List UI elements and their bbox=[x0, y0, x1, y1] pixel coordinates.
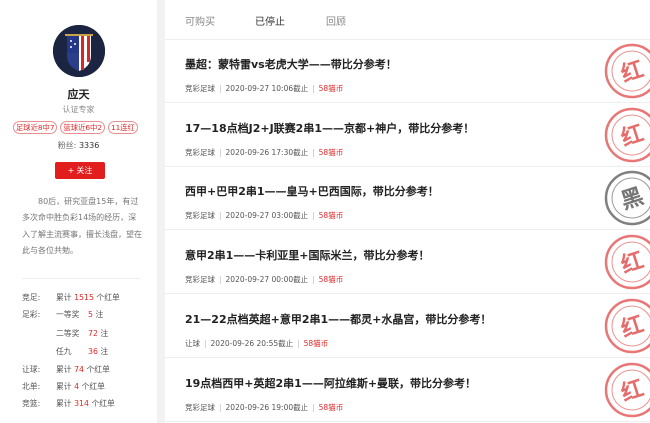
stamp-text: 黑 bbox=[618, 184, 647, 215]
plan-meta: 竞彩足球 | 2020-09-27 03:00截止 | 58猫币 bbox=[185, 210, 343, 221]
plan-price: 58猫币 bbox=[318, 403, 344, 412]
plan-meta: 让球 | 2020-09-26 20:55截止 | 58猫币 bbox=[185, 338, 328, 349]
record-tags: 足球近8中7 篮球近6中2 11连红 bbox=[13, 121, 138, 134]
follow-label: 关注 bbox=[76, 166, 93, 175]
status-tabs: 可购买 已停止 回顾 bbox=[165, 0, 650, 40]
plan-deadline: 2020-09-27 10:06截止 bbox=[225, 84, 309, 93]
plan-price: 58猫币 bbox=[318, 275, 344, 284]
separator: | bbox=[297, 339, 300, 348]
plan-title[interactable]: 西甲+巴甲2串1——皇马+巴西国际，带比分参考！ bbox=[185, 183, 439, 199]
stamp-text: 红 bbox=[618, 247, 647, 279]
plan-type: 竞彩足球 bbox=[185, 84, 215, 93]
plan-meta: 竞彩足球 | 2020-09-27 00:00截止 | 58猫币 bbox=[185, 274, 343, 285]
result-stamp-icon: 红 bbox=[604, 234, 650, 290]
expert-bio: 80后，研究亚盘15年，有过多次命中胜负彩14场的经历，深入了解主流赛事，擅长浅… bbox=[22, 197, 142, 255]
separator: | bbox=[204, 339, 207, 348]
stat-zucai-second: 二等奖 72 注 bbox=[56, 329, 109, 338]
plan-item[interactable]: 墨超：蒙特雷vs老虎大学——带比分参考！ 竞彩足球 | 2020-09-27 10:0… bbox=[165, 40, 650, 103]
plan-item[interactable]: 西甲+巴甲2串1——皇马+巴西国际，带比分参考！ 竞彩足球 | 2020-09-27 … bbox=[165, 167, 650, 230]
stamp-text: 红 bbox=[618, 56, 647, 88]
tab-available[interactable]: 可购买 bbox=[185, 13, 215, 28]
plan-type: 竞彩足球 bbox=[185, 403, 215, 412]
divider bbox=[22, 278, 140, 279]
plan-type: 竞彩足球 bbox=[185, 275, 215, 284]
plan-item[interactable]: 17—18点档J2+J联赛2串1——京都+神户，带比分参考！ 竞彩足球 | 2020-… bbox=[165, 104, 650, 167]
plan-item[interactable]: 21—22点档英超+意甲2串1——都灵+水晶宫，带比分参考！ 让球 | 2020-09… bbox=[165, 295, 650, 358]
profile-panel: 应天 认证专家 足球近8中7 篮球近6中2 11连红 粉丝: 3336 + 关注… bbox=[0, 0, 157, 423]
avatar[interactable] bbox=[53, 25, 105, 77]
result-stamp-icon: 红 bbox=[604, 43, 650, 99]
plan-type: 让球 bbox=[185, 339, 200, 348]
stamp-text: 红 bbox=[618, 120, 647, 152]
result-stamp-icon: 黑 bbox=[604, 170, 650, 226]
plan-title[interactable]: 意甲2串1——卡利亚里+国际米兰，带比分参考！ bbox=[185, 247, 430, 263]
plan-meta: 竞彩足球 | 2020-09-26 17:30截止 | 58猫币 bbox=[185, 147, 343, 158]
plan-title[interactable]: 17—18点档J2+J联赛2串1——京都+神户，带比分参考！ bbox=[185, 120, 474, 136]
stat-jingcai: 竞足: 累计 1515 个红单 bbox=[22, 293, 120, 302]
expert-name: 应天 bbox=[67, 88, 90, 101]
tab-review[interactable]: 回顾 bbox=[326, 13, 346, 28]
record-tag: 篮球近6中2 bbox=[60, 121, 105, 134]
follow-button[interactable]: + 关注 bbox=[55, 162, 105, 179]
stat-beidan: 北单: 累计 4 个红单 bbox=[22, 382, 105, 391]
plan-title[interactable]: 19点档西甲+英超2串1——阿拉维斯+曼联，带比分参考！ bbox=[185, 375, 476, 391]
plan-title[interactable]: 21—22点档英超+意甲2串1——都灵+水晶宫，带比分参考！ bbox=[185, 311, 491, 327]
club-crest-icon bbox=[53, 25, 105, 77]
plan-deadline: 2020-09-27 03:00截止 bbox=[225, 211, 309, 220]
plan-price: 58猫币 bbox=[318, 148, 344, 157]
record-tag: 足球近8中7 bbox=[13, 121, 58, 134]
separator: | bbox=[312, 403, 315, 412]
result-stamp-icon: 红 bbox=[604, 298, 650, 354]
plan-type: 竞彩足球 bbox=[185, 211, 215, 220]
stat-zucai-first: 足彩: 一等奖 5 注 bbox=[22, 310, 104, 319]
certification-label: 认证专家 bbox=[62, 105, 95, 114]
plan-item[interactable]: 意甲2串1——卡利亚里+国际米兰，带比分参考！ 竞彩足球 | 2020-09-27 0… bbox=[165, 231, 650, 294]
stamp-text: 红 bbox=[618, 375, 647, 407]
separator: | bbox=[219, 84, 222, 93]
separator: | bbox=[312, 148, 315, 157]
stat-jinglan: 竞篮: 累计 314 个红单 bbox=[22, 399, 115, 408]
plan-list-panel: 可购买 已停止 回顾 墨超：蒙特雷vs老虎大学——带比分参考！ 竞彩足球 | 2020… bbox=[165, 0, 650, 423]
separator: | bbox=[312, 275, 315, 284]
plan-deadline: 2020-09-26 19:00截止 bbox=[225, 403, 309, 412]
plan-type: 竞彩足球 bbox=[185, 148, 215, 157]
stat-rangqiu: 让球: 累计 74 个红单 bbox=[22, 365, 110, 374]
separator: | bbox=[312, 211, 315, 220]
fans-count: 粉丝: 3336 bbox=[0, 140, 157, 151]
stamp-text: 红 bbox=[618, 311, 647, 343]
separator: | bbox=[312, 84, 315, 93]
tab-stopped[interactable]: 已停止 bbox=[255, 13, 285, 28]
plan-price: 58猫币 bbox=[303, 339, 329, 348]
fans-value: 3336 bbox=[78, 141, 100, 150]
fans-label: 粉丝: bbox=[57, 141, 77, 150]
stat-zucai-renjiu: 任九 36 注 bbox=[56, 347, 109, 356]
plan-deadline: 2020-09-26 17:30截止 bbox=[225, 148, 309, 157]
plan-price: 58猫币 bbox=[318, 84, 344, 93]
plus-icon: + bbox=[67, 166, 75, 175]
separator: | bbox=[219, 211, 222, 220]
plan-item[interactable]: 19点档西甲+英超2串1——阿拉维斯+曼联，带比分参考！ 竞彩足球 | 2020-09… bbox=[165, 359, 650, 422]
separator: | bbox=[219, 275, 222, 284]
result-stamp-icon: 红 bbox=[604, 107, 650, 163]
separator: | bbox=[219, 403, 222, 412]
plan-deadline: 2020-09-26 20:55截止 bbox=[210, 339, 294, 348]
plan-meta: 竞彩足球 | 2020-09-27 10:06截止 | 58猫币 bbox=[185, 83, 343, 94]
plan-meta: 竞彩足球 | 2020-09-26 19:00截止 | 58猫币 bbox=[185, 402, 343, 413]
plan-title[interactable]: 墨超：蒙特雷vs老虎大学——带比分参考！ bbox=[185, 56, 397, 72]
separator: | bbox=[219, 148, 222, 157]
result-stamp-icon: 红 bbox=[604, 362, 650, 418]
plan-price: 58猫币 bbox=[318, 211, 344, 220]
plan-deadline: 2020-09-27 00:00截止 bbox=[225, 275, 309, 284]
record-tag: 11连红 bbox=[107, 121, 138, 134]
